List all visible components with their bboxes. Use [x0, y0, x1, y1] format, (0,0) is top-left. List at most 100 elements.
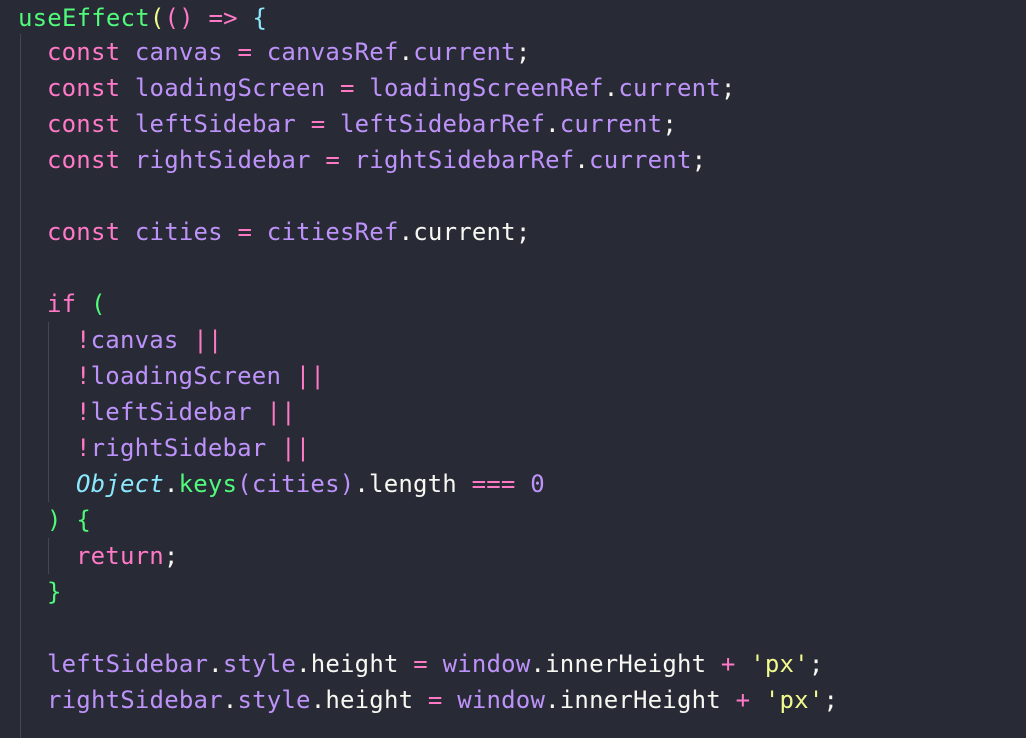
code-token: = [237, 38, 253, 66]
code-line[interactable]: useEffect(() => { [18, 0, 267, 36]
code-token: } [47, 578, 62, 606]
code-token: loadingScreen [90, 362, 296, 390]
code-line[interactable]: Object.keys(cities).length === 0 [76, 466, 545, 502]
code-line[interactable]: const loadingScreen = loadingScreenRef.c… [47, 70, 736, 106]
code-token: window [427, 650, 531, 678]
code-token: ( [149, 4, 165, 32]
code-token: leftSidebar [120, 110, 311, 138]
code-token: current [618, 74, 721, 102]
code-token: window [442, 686, 546, 714]
code-token: const [47, 74, 121, 102]
code-token: ; [515, 38, 531, 66]
code-line[interactable]: const cities = citiesRef.current; [47, 214, 530, 250]
code-token: loadingScreen [120, 74, 340, 102]
code-token: || [193, 326, 223, 354]
code-token: . [163, 470, 179, 498]
code-token: = [310, 110, 326, 138]
code-token: + [720, 650, 736, 678]
code-token: citiesRef [252, 218, 399, 246]
code-token: innerHeight [545, 650, 721, 678]
code-token: || [266, 398, 296, 426]
code-token: . [545, 110, 560, 138]
code-token: = [237, 218, 253, 246]
code-token: ; [515, 218, 531, 246]
code-token: canvas [120, 38, 238, 66]
code-token: ( [237, 470, 252, 498]
code-token: cities [251, 470, 340, 498]
code-token: . [208, 650, 223, 678]
code-line[interactable]: !rightSidebar || [76, 430, 310, 466]
code-token: ; [163, 542, 179, 570]
code-line[interactable]: !canvas || [76, 322, 223, 358]
code-token: . [398, 38, 414, 66]
code-token: leftSidebarRef [325, 110, 546, 138]
code-token: . [296, 650, 311, 678]
code-token: . [603, 74, 619, 102]
code-token: ! [76, 434, 91, 462]
code-token: => [208, 4, 238, 32]
code-token: || [295, 362, 326, 390]
code-token: ! [76, 398, 91, 426]
code-token: leftSidebar [47, 650, 209, 678]
code-token: innerHeight [559, 686, 736, 714]
indent-guide [48, 538, 49, 574]
code-token: . [574, 146, 590, 174]
code-token: = [413, 650, 428, 678]
code-token: ; [720, 74, 736, 102]
code-token: const [47, 110, 121, 138]
code-token: height [310, 650, 414, 678]
code-token: height [325, 686, 428, 714]
code-token: . [354, 470, 370, 498]
code-token: rightSidebar [120, 146, 326, 174]
code-token: { [76, 506, 91, 534]
code-line[interactable]: !leftSidebar || [76, 394, 296, 430]
code-line[interactable]: const canvas = canvasRef.current; [47, 34, 530, 70]
code-token: cities [120, 218, 238, 246]
code-token: keys [178, 470, 238, 498]
code-editor[interactable]: useEffect(() => {const canvas = canvasRe… [0, 0, 1026, 738]
code-token: if [47, 290, 77, 318]
code-token: current [589, 146, 692, 174]
code-token: . [530, 650, 546, 678]
code-line[interactable]: if ( [47, 286, 106, 322]
code-token: = [325, 146, 340, 174]
code-token: + [735, 686, 751, 714]
code-token: ; [823, 686, 839, 714]
code-token: canvasRef [252, 38, 399, 66]
code-token: ) [47, 506, 62, 534]
code-token: . [545, 686, 560, 714]
code-token: ! [76, 326, 91, 354]
code-line[interactable]: const rightSidebar = rightSidebarRef.cur… [47, 142, 706, 178]
code-token: 0 [515, 470, 545, 498]
code-line[interactable]: ) { [47, 502, 91, 538]
code-token: ; [691, 146, 707, 174]
code-token: ( [90, 290, 106, 318]
code-token: ; [662, 110, 677, 138]
code-token: () [164, 4, 194, 32]
code-token: 'px' [764, 686, 824, 714]
code-line[interactable]: } [47, 574, 62, 610]
code-token: useEffect [18, 4, 150, 32]
indent-guide [20, 34, 21, 738]
code-line[interactable]: const leftSidebar = leftSidebarRef.curre… [47, 106, 677, 142]
code-token: current [559, 110, 663, 138]
code-token: ! [76, 362, 91, 390]
code-token: === [471, 470, 516, 498]
code-token: rightSidebar [90, 434, 282, 462]
code-token: loadingScreenRef [354, 74, 604, 102]
code-token: . [398, 218, 414, 246]
code-line[interactable]: return; [76, 538, 179, 574]
code-line[interactable]: rightSidebar.style.height = window.inner… [47, 682, 838, 718]
code-line[interactable]: leftSidebar.style.height = window.innerH… [47, 646, 824, 682]
code-line[interactable]: !loadingScreen || [76, 358, 325, 394]
code-token: canvas [90, 326, 194, 354]
code-token: return [76, 542, 164, 570]
code-token: . [310, 686, 326, 714]
code-token: . [222, 686, 238, 714]
